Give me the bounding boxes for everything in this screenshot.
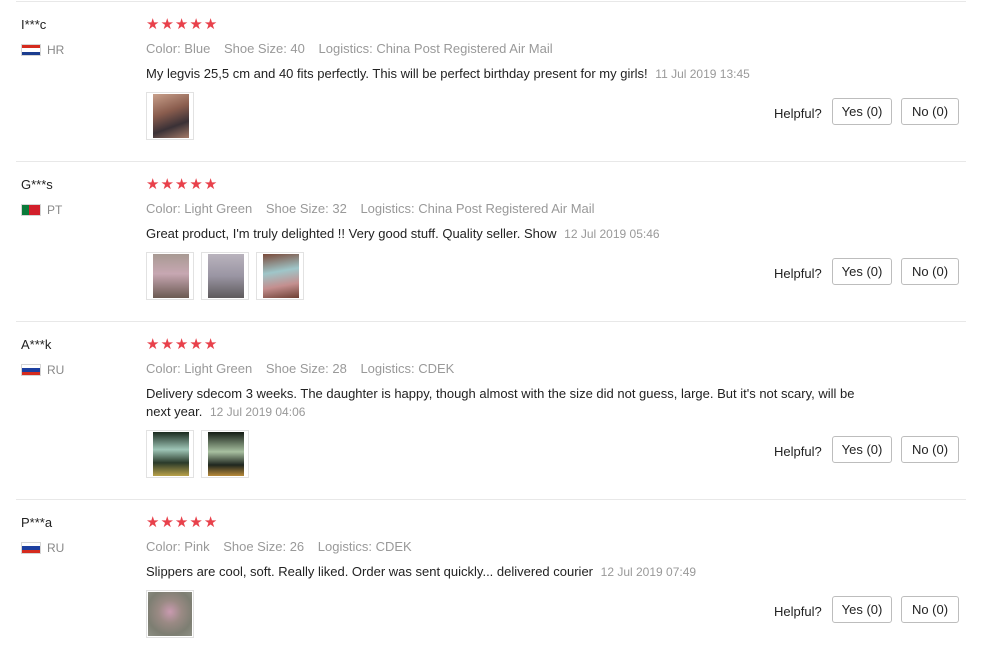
size-attr: Shoe Size: 26 [223, 539, 305, 554]
review-text: Great product, I'm truly delighted !! Ve… [146, 225, 862, 243]
review-photos [146, 252, 311, 300]
helpful-label: Helpful? [774, 444, 822, 459]
star-icon: ★ [174, 514, 189, 531]
star-icon: ★ [189, 16, 203, 33]
review-text: Slippers are cool, soft. Really liked. O… [146, 563, 862, 581]
helpful-yes-button[interactable]: Yes (0) [832, 98, 892, 125]
russia-flag-icon [21, 542, 41, 554]
review-divider [16, 161, 966, 162]
review-date: 12 Jul 2019 04:06 [210, 405, 306, 419]
reviewer-name: I***c [21, 17, 47, 32]
helpful-no-button[interactable]: No (0) [901, 98, 959, 125]
logistics-attr: Logistics: CDEK [317, 539, 412, 554]
star-icon: ★ [189, 176, 203, 193]
helpful-yes-button[interactable]: Yes (0) [832, 436, 892, 463]
helpful-no-button[interactable]: No (0) [901, 596, 959, 623]
helpful-label: Helpful? [774, 106, 822, 121]
star-icon: ★ [146, 336, 160, 353]
order-info: Color: Light Green Shoe Size: 32 Logisti… [146, 201, 605, 216]
review-divider [16, 321, 966, 322]
review-photo[interactable] [201, 430, 249, 478]
russia-flag-icon [21, 364, 41, 376]
helpful-yes-button[interactable]: Yes (0) [832, 258, 892, 285]
star-icon: ★ [160, 336, 174, 353]
country-code: RU [47, 363, 65, 377]
reviewer-name: A***k [21, 337, 52, 352]
star-icon: ★ [174, 16, 189, 33]
reviewer-name: G***s [21, 177, 53, 192]
review-photo[interactable] [146, 430, 194, 478]
star-rating: ★ ★ ★ ★ ★ [146, 337, 218, 352]
star-rating: ★ ★ ★ ★ ★ [146, 17, 218, 32]
review-photos [146, 92, 201, 140]
country-code: RU [47, 541, 65, 555]
helpful-no-button[interactable]: No (0) [901, 436, 959, 463]
star-rating: ★ ★ ★ ★ ★ [146, 177, 218, 192]
review-photos [146, 430, 256, 478]
order-info: Color: Pink Shoe Size: 26 Logistics: CDE… [146, 539, 422, 554]
review-text: My legvis 25,5 cm and 40 fits perfectly.… [146, 65, 862, 83]
top-divider [16, 1, 966, 2]
logistics-attr: Logistics: CDEK [360, 361, 455, 376]
star-icon: ★ [203, 336, 218, 353]
review-date: 12 Jul 2019 07:49 [600, 565, 697, 579]
review-photo[interactable] [146, 92, 194, 140]
review-photos [146, 590, 201, 638]
size-attr: Shoe Size: 28 [265, 361, 347, 376]
star-icon: ★ [174, 176, 189, 193]
star-icon: ★ [160, 176, 174, 193]
color-attr: Color: Light Green [146, 361, 253, 376]
logistics-attr: Logistics: China Post Registered Air Mai… [318, 41, 553, 56]
country-code: PT [47, 203, 63, 217]
star-icon: ★ [189, 514, 203, 531]
star-icon: ★ [203, 176, 218, 193]
country-code: HR [47, 43, 65, 57]
star-icon: ★ [203, 514, 218, 531]
star-icon: ★ [160, 514, 174, 531]
reviewer-country: RU [21, 363, 64, 377]
croatia-flag-icon [21, 44, 41, 56]
color-attr: Color: Blue [146, 41, 211, 56]
review-photo[interactable] [201, 252, 249, 300]
review-body: Great product, I'm truly delighted !! Ve… [146, 226, 557, 241]
helpful-label: Helpful? [774, 266, 822, 281]
portugal-flag-icon [21, 204, 41, 216]
review-body: My legvis 25,5 cm and 40 fits perfectly.… [146, 66, 648, 81]
reviewer-country: PT [21, 203, 62, 217]
helpful-yes-button[interactable]: Yes (0) [832, 596, 892, 623]
reviewer-country: HR [21, 43, 64, 57]
review-photo[interactable] [146, 590, 194, 638]
logistics-attr: Logistics: China Post Registered Air Mai… [360, 201, 595, 216]
star-icon: ★ [146, 16, 160, 33]
review-date: 11 Jul 2019 13:45 [655, 67, 750, 81]
star-rating: ★ ★ ★ ★ ★ [146, 515, 218, 530]
review-photo[interactable] [256, 252, 304, 300]
star-icon: ★ [174, 336, 189, 353]
reviewer-country: RU [21, 541, 64, 555]
star-icon: ★ [189, 336, 203, 353]
review-photo[interactable] [146, 252, 194, 300]
helpful-label: Helpful? [774, 604, 822, 619]
review-date: 12 Jul 2019 05:46 [564, 227, 660, 241]
helpful-no-button[interactable]: No (0) [901, 258, 959, 285]
review-text: Delivery sdecom 3 weeks. The daughter is… [146, 385, 862, 421]
order-info: Color: Light Green Shoe Size: 28 Logisti… [146, 361, 464, 376]
star-icon: ★ [203, 16, 218, 33]
review-divider [16, 499, 966, 500]
color-attr: Color: Pink [146, 539, 210, 554]
reviewer-name: P***a [21, 515, 53, 530]
review-body: Slippers are cool, soft. Really liked. O… [146, 564, 594, 579]
star-icon: ★ [146, 176, 160, 193]
size-attr: Shoe Size: 32 [265, 201, 347, 216]
order-info: Color: Blue Shoe Size: 40 Logistics: Chi… [146, 41, 563, 56]
star-icon: ★ [160, 16, 174, 33]
color-attr: Color: Light Green [146, 201, 253, 216]
star-icon: ★ [146, 514, 160, 531]
size-attr: Shoe Size: 40 [223, 41, 305, 56]
